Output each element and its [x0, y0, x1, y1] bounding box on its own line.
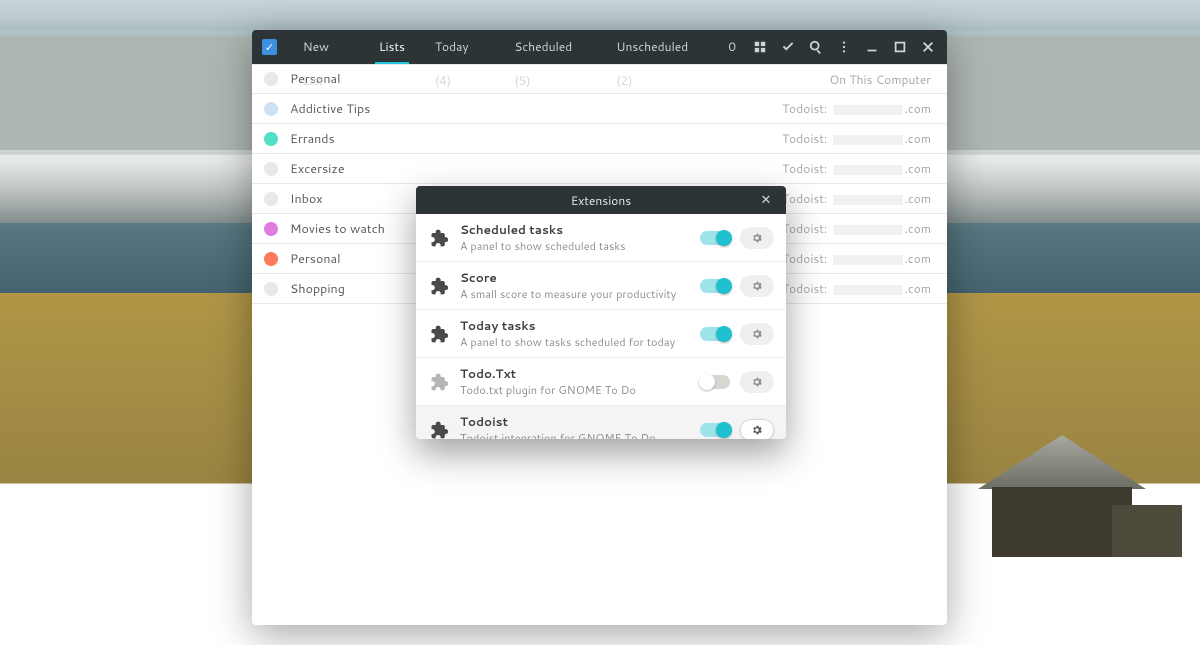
puzzle-icon — [428, 420, 450, 440]
list-color-dot — [264, 252, 278, 266]
redacted-email — [833, 225, 903, 235]
check-icon[interactable] — [775, 30, 801, 64]
extension-description: A panel to show scheduled tasks — [460, 238, 690, 254]
wallpaper-cabin — [962, 435, 1182, 565]
tab-scheduled[interactable]: Scheduled (5) — [500, 30, 600, 64]
extension-toggle[interactable] — [700, 327, 730, 341]
list-color-dot — [264, 132, 278, 146]
extension-row[interactable]: ScoreA small score to measure your produ… — [416, 262, 786, 310]
extension-title: Todoist — [460, 413, 690, 430]
extension-title: Todo.Txt — [460, 365, 690, 382]
dialog-close-button[interactable]: ✕ — [754, 186, 778, 214]
list-name: Excersize — [290, 160, 345, 178]
dialog-title: Extensions — [571, 192, 632, 209]
list-color-dot — [264, 222, 278, 236]
list-row[interactable]: Errands Todoist: .com — [252, 124, 947, 154]
redacted-email — [833, 255, 903, 265]
puzzle-icon — [428, 372, 450, 392]
maximize-button[interactable] — [887, 30, 913, 64]
dialog-title-bar: Extensions ✕ — [416, 186, 786, 214]
header-bar: New List Lists Today (4) Scheduled (5) U… — [252, 30, 947, 64]
list-account-label: Todoist: .com — [782, 280, 931, 297]
extensions-dialog: Extensions ✕ Scheduled tasksA panel to s… — [416, 186, 786, 439]
extension-settings-button[interactable] — [740, 323, 774, 345]
list-row[interactable]: PersonalOn This Computer — [252, 64, 947, 94]
extension-title: Scheduled tasks — [460, 221, 690, 238]
list-row[interactable]: Excersize Todoist: .com — [252, 154, 947, 184]
extension-row[interactable]: Scheduled tasksA panel to show scheduled… — [416, 214, 786, 262]
extension-title: Today tasks — [460, 317, 690, 334]
list-color-dot — [264, 282, 278, 296]
list-name: Shopping — [290, 280, 345, 298]
list-account-label: Todoist: .com — [782, 250, 931, 267]
puzzle-icon — [428, 276, 450, 296]
app-icon — [262, 39, 277, 55]
redacted-email — [833, 165, 903, 175]
extension-toggle[interactable] — [700, 423, 730, 437]
extension-settings-button[interactable] — [740, 227, 774, 249]
extension-row[interactable]: Todo.TxtTodo.txt plugin for GNOME To Do — [416, 358, 786, 406]
redacted-email — [833, 135, 903, 145]
extension-description: A panel to show tasks scheduled for toda… — [460, 334, 690, 350]
list-account-label: Todoist: .com — [782, 190, 931, 207]
list-row[interactable]: Addictive Tips Todoist: .com — [252, 94, 947, 124]
new-list-button[interactable]: New List — [289, 30, 363, 64]
redacted-email — [833, 105, 903, 115]
list-name: Movies to watch — [290, 220, 385, 238]
extension-description: Todoist integration for GNOME To Do — [460, 430, 690, 439]
extension-toggle[interactable] — [700, 231, 730, 245]
list-account-label: Todoist: .com — [782, 160, 931, 177]
extension-settings-button[interactable] — [740, 275, 774, 297]
puzzle-icon — [428, 228, 450, 248]
redacted-email — [833, 285, 903, 295]
extension-toggle[interactable] — [700, 375, 730, 389]
list-account-label: Todoist: .com — [782, 220, 931, 237]
tab-unscheduled[interactable]: Unscheduled (2) — [602, 30, 715, 64]
list-name: Addictive Tips — [290, 100, 370, 118]
menu-icon[interactable] — [831, 30, 857, 64]
extension-row[interactable]: Today tasksA panel to show tasks schedul… — [416, 310, 786, 358]
redacted-email — [833, 195, 903, 205]
list-color-dot — [264, 192, 278, 206]
list-account-label: Todoist: .com — [782, 100, 931, 117]
list-color-dot — [264, 72, 278, 86]
extension-title: Score — [460, 269, 690, 286]
extension-description: Todo.txt plugin for GNOME To Do — [460, 382, 690, 398]
list-account-label: Todoist: .com — [782, 130, 931, 147]
tab-lists[interactable]: Lists — [365, 30, 419, 64]
extension-toggle[interactable] — [700, 279, 730, 293]
extension-settings-button[interactable] — [740, 371, 774, 393]
list-account-label: On This Computer — [829, 71, 931, 88]
list-name: Inbox — [290, 190, 323, 208]
list-name: Errands — [290, 130, 335, 148]
grid-icon[interactable] — [747, 30, 773, 64]
desktop-wallpaper: New List Lists Today (4) Scheduled (5) U… — [0, 0, 1200, 645]
extension-settings-button[interactable] — [740, 419, 774, 440]
close-button[interactable] — [915, 30, 941, 64]
puzzle-icon — [428, 324, 450, 344]
list-color-dot — [264, 162, 278, 176]
search-icon[interactable] — [803, 30, 829, 64]
score-counter: 0 — [719, 30, 745, 64]
extension-description: A small score to measure your productivi… — [460, 286, 690, 302]
minimize-button[interactable] — [859, 30, 885, 64]
tab-today[interactable]: Today (4) — [421, 30, 498, 64]
extension-row[interactable]: TodoistTodoist integration for GNOME To … — [416, 406, 786, 439]
extensions-list: Scheduled tasksA panel to show scheduled… — [416, 214, 786, 439]
list-name: Personal — [290, 250, 341, 268]
list-color-dot — [264, 102, 278, 116]
